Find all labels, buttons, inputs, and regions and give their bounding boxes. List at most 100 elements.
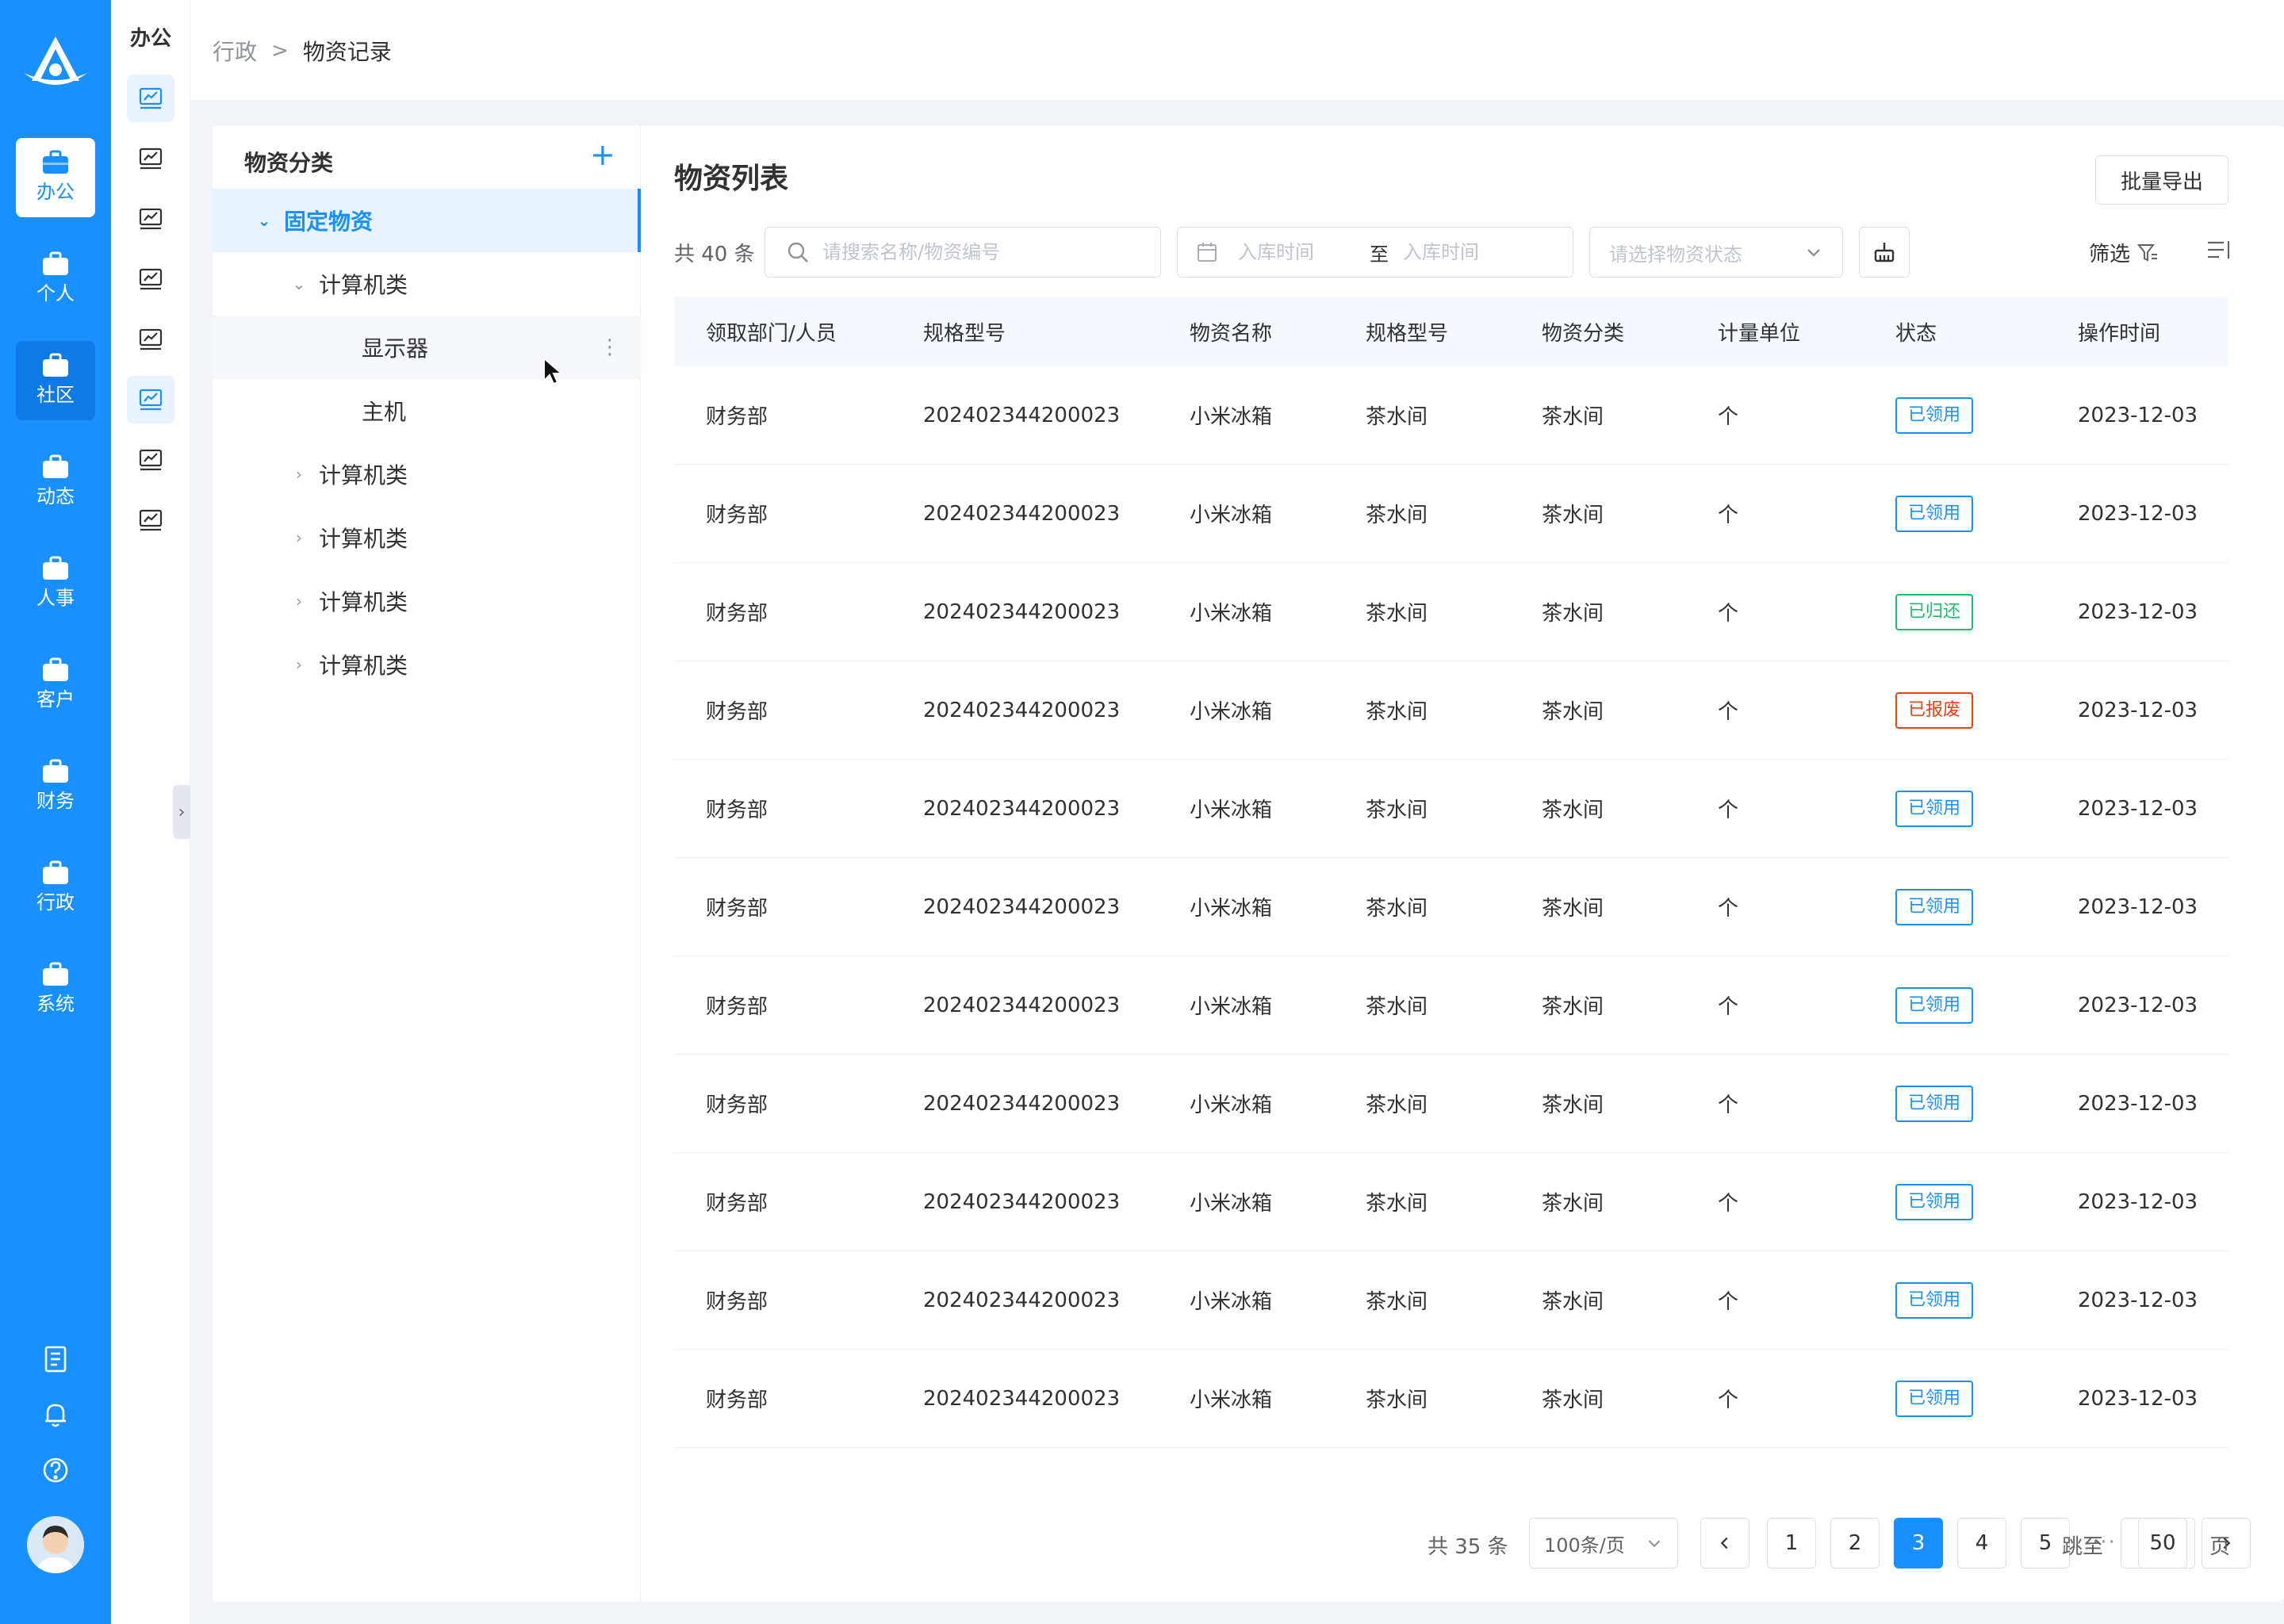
nav-item-label: 社区: [36, 384, 75, 406]
chevron-right-icon[interactable]: ›: [289, 592, 309, 611]
cell-name: 小米冰箱: [1190, 995, 1273, 1019]
table-row[interactable]: 财务部 202402344200023 小米冰箱 茶水间 茶水间 个 已领用 2023-12-…: [674, 1153, 2228, 1251]
table-row[interactable]: 财务部 202402344200023 小米冰箱 茶水间 茶水间 个 已领用 2023-12-…: [674, 1251, 2228, 1350]
cell-spec: 202402344200023: [923, 698, 1121, 722]
user-avatar[interactable]: [27, 1516, 84, 1573]
cell-time: 2023-12-03: [2078, 501, 2198, 526]
cell-dept: 财务部: [706, 1290, 768, 1314]
cell-name: 小米冰箱: [1190, 405, 1273, 429]
tree-node[interactable]: ⌄ 计算机类: [213, 252, 641, 316]
status-badge: 已领用: [1895, 495, 1974, 532]
tree-node[interactable]: › 计算机类: [213, 569, 641, 633]
notebook-icon[interactable]: [40, 1343, 71, 1375]
nav-item-1[interactable]: 个人: [16, 239, 95, 319]
cell-category: 茶水间: [1542, 1290, 1604, 1314]
nav-item-5[interactable]: 客户: [16, 645, 95, 725]
status-cell: 已领用: [1864, 888, 2046, 925]
app-logo[interactable]: [21, 33, 90, 94]
jump-to-input[interactable]: [2121, 1519, 2185, 1566]
subnav-item-5[interactable]: [127, 376, 174, 423]
subnav-item-3[interactable]: [127, 255, 174, 303]
table-row[interactable]: 财务部 202402344200023 小米冰箱 茶水间 茶水间 个 已领用 2023-12-…: [674, 956, 2228, 1055]
tree-node[interactable]: 显示器 ⋮: [213, 316, 641, 379]
collapse-sidebar-button[interactable]: ›: [173, 785, 190, 839]
nav-item-7[interactable]: 行政: [16, 848, 95, 928]
subnav-item-1[interactable]: [127, 135, 174, 182]
tree-node[interactable]: › 计算机类: [213, 633, 641, 696]
tree-node-label: 计算机类: [319, 272, 408, 298]
table-row[interactable]: 财务部 202402344200023 小米冰箱 茶水间 茶水间 个 已领用 2023-12-…: [674, 760, 2228, 858]
more-vertical-icon[interactable]: ⋮: [600, 336, 620, 358]
cell-category: 茶水间: [1542, 602, 1604, 626]
status-select[interactable]: 请选择物资状态: [1589, 227, 1843, 278]
batch-export-button[interactable]: 批量导出: [2095, 155, 2228, 205]
cell-unit: 个: [1718, 799, 1739, 822]
subnav-item-4[interactable]: [127, 316, 174, 363]
chart-screen-icon: [139, 389, 163, 411]
nav-item-label: 动态: [36, 485, 75, 508]
cell-model: 茶水间: [1366, 1094, 1428, 1117]
cell-name: 小米冰箱: [1190, 1192, 1273, 1216]
chevron-down-icon[interactable]: ⌄: [254, 211, 274, 230]
cell-unit: 个: [1718, 897, 1739, 921]
date-end-input[interactable]: [1403, 241, 1538, 263]
table-row[interactable]: 财务部 202402344200023 小米冰箱 茶水间 茶水间 个 已归还 2023-12-…: [674, 563, 2228, 661]
cell-time: 2023-12-03: [2078, 599, 2198, 624]
status-badge: 已报废: [1895, 691, 1974, 729]
tree-node-label: 计算机类: [319, 589, 408, 615]
chart-screen-icon: [139, 87, 163, 109]
reset-button[interactable]: [1859, 227, 1910, 278]
chevron-right-icon[interactable]: ›: [289, 528, 309, 547]
help-icon[interactable]: [40, 1454, 71, 1486]
bell-icon[interactable]: [40, 1399, 71, 1431]
tree-node[interactable]: › 计算机类: [213, 442, 641, 506]
subnav-item-7[interactable]: [127, 496, 174, 544]
chevron-right-icon[interactable]: ›: [289, 655, 309, 674]
chevron-down-icon[interactable]: ⌄: [289, 274, 309, 293]
tree-node-label: 显示器: [362, 335, 429, 362]
date-separator: 至: [1370, 243, 1389, 266]
briefcase-icon: [43, 454, 68, 478]
mouse-cursor-icon: [543, 357, 563, 385]
table-row[interactable]: 财务部 202402344200023 小米冰箱 茶水间 茶水间 个 已领用 2023-12-…: [674, 366, 2228, 465]
search-input[interactable]: [822, 241, 1155, 263]
nav-item-6[interactable]: 财务: [16, 747, 95, 826]
nav-item-0[interactable]: 办公: [16, 138, 95, 217]
table-row[interactable]: 财务部 202402344200023 小米冰箱 茶水间 茶水间 个 已领用 2023-12-…: [674, 465, 2228, 563]
subnav-item-0[interactable]: [127, 75, 174, 122]
cell-model: 茶水间: [1366, 1388, 1428, 1412]
pagination-jump-area: 跳至 页: [641, 1518, 2284, 1568]
status-badge: 已领用: [1895, 1183, 1974, 1220]
column-settings-icon[interactable]: [2205, 236, 2232, 263]
status-badge: 已领用: [1895, 1281, 1974, 1319]
cell-spec: 202402344200023: [923, 1288, 1121, 1312]
table-row[interactable]: 财务部 202402344200023 小米冰箱 茶水间 茶水间 个 已领用 2023-12-…: [674, 1055, 2228, 1153]
chart-screen-icon: [139, 268, 163, 290]
add-category-plus-icon[interactable]: +: [590, 140, 615, 170]
table-row[interactable]: 财务部 202402344200023 小米冰箱 茶水间 茶水间 个 已领用 2023-12-…: [674, 858, 2228, 956]
chevron-right-icon[interactable]: ›: [289, 465, 309, 484]
cell-category: 茶水间: [1542, 504, 1604, 527]
subnav-item-6[interactable]: [127, 436, 174, 484]
tree-node[interactable]: 主机: [213, 379, 641, 442]
status-cell: 已领用: [1864, 790, 2046, 827]
nav-item-4[interactable]: 人事: [16, 544, 95, 623]
cell-time: 2023-12-03: [2078, 993, 2198, 1017]
table-row[interactable]: 财务部 202402344200023 小米冰箱 茶水间 茶水间 个 已报废 2023-12-…: [674, 661, 2228, 760]
nav-item-2[interactable]: 社区: [16, 341, 95, 420]
cell-name: 小米冰箱: [1190, 1094, 1273, 1117]
breadcrumb: 行政 > 物资记录: [213, 35, 392, 67]
breadcrumb-parent[interactable]: 行政: [213, 35, 257, 67]
cell-spec: 202402344200023: [923, 894, 1121, 919]
filter-button[interactable]: 筛选: [2089, 238, 2159, 267]
cell-model: 茶水间: [1366, 504, 1428, 527]
cell-time: 2023-12-03: [2078, 1386, 2198, 1411]
tree-node[interactable]: › 计算机类: [213, 506, 641, 569]
nav-item-8[interactable]: 系统: [16, 950, 95, 1029]
subnav-item-2[interactable]: [127, 195, 174, 243]
date-start-input[interactable]: [1238, 241, 1373, 263]
cell-unit: 个: [1718, 1290, 1739, 1314]
nav-item-3[interactable]: 动态: [16, 442, 95, 522]
tree-node[interactable]: ⌄ 固定物资: [213, 189, 641, 252]
table-row[interactable]: 财务部 202402344200023 小米冰箱 茶水间 茶水间 个 已领用 2023-12-…: [674, 1350, 2228, 1448]
